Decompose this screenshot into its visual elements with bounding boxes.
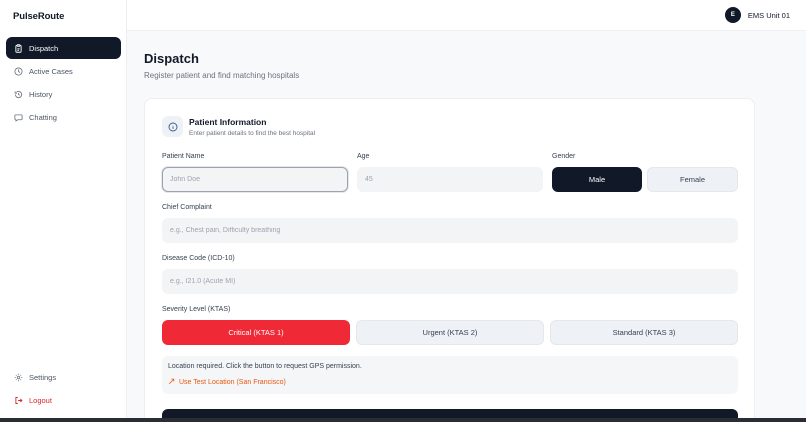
- gender-label: Gender: [552, 153, 576, 160]
- age-label: Age: [357, 153, 370, 160]
- patient-name-input[interactable]: [162, 167, 348, 192]
- user-menu[interactable]: E EMS Unit 01: [724, 7, 790, 23]
- top-bar: E EMS Unit 01: [127, 0, 806, 31]
- sidebar-item-dispatch[interactable]: Dispatch: [6, 37, 121, 59]
- gender-male-button[interactable]: Male: [552, 167, 642, 192]
- page-subtitle: Register patient and find matching hospi…: [144, 71, 300, 80]
- location-message: Location required. Click the button to r…: [168, 363, 362, 370]
- page-title: Dispatch: [144, 51, 199, 66]
- chief-complaint-label: Chief Complaint: [162, 204, 212, 211]
- sidebar-item-label: Active Cases: [29, 66, 73, 76]
- patient-name-label: Patient Name: [162, 153, 205, 160]
- avatar: E: [724, 7, 741, 23]
- section-title: Patient Information: [189, 117, 267, 127]
- location-notice: [162, 356, 738, 394]
- sidebar: PulseRoute Dispatch Active Cases History…: [0, 0, 127, 422]
- gender-female-button[interactable]: Female: [647, 167, 738, 192]
- clipboard-icon: [14, 43, 23, 53]
- sidebar-item-logout[interactable]: Logout: [6, 389, 121, 411]
- age-input[interactable]: [357, 167, 543, 192]
- sidebar-item-settings[interactable]: Settings: [6, 366, 121, 388]
- sidebar-item-label: History: [29, 89, 53, 99]
- sidebar-item-active-cases[interactable]: Active Cases: [6, 60, 121, 82]
- sidebar-item-label: Settings: [29, 372, 57, 382]
- gear-icon: [14, 373, 23, 382]
- severity-urgent-button[interactable]: Urgent (KTAS 2): [356, 320, 544, 345]
- use-test-location-link[interactable]: Use Test Location (San Francisco): [168, 378, 286, 387]
- sidebar-item-label: Dispatch: [29, 43, 59, 53]
- severity-critical-button[interactable]: Critical (KTAS 1): [162, 320, 350, 345]
- sidebar-item-label: Logout: [29, 395, 52, 405]
- use-test-location-label: Use Test Location (San Francisco): [179, 379, 286, 386]
- info-icon: [162, 116, 183, 137]
- disease-code-input[interactable]: [162, 269, 738, 294]
- disease-code-label: Disease Code (ICD-10): [162, 255, 235, 262]
- severity-label: Severity Level (KTAS): [162, 306, 231, 313]
- sidebar-item-chatting[interactable]: Chatting: [6, 106, 121, 128]
- sidebar-item-label: Chatting: [29, 112, 57, 122]
- navigation-icon: [168, 378, 175, 387]
- brand-logo[interactable]: PulseRoute: [13, 11, 64, 22]
- bottom-strip: [0, 418, 806, 422]
- chat-icon: [14, 113, 23, 122]
- chief-complaint-input[interactable]: [162, 218, 738, 243]
- section-subtitle: Enter patient details to find the best h…: [189, 130, 316, 137]
- user-name: EMS Unit 01: [747, 10, 790, 20]
- clock-icon: [14, 66, 23, 76]
- history-icon: [14, 90, 23, 99]
- logout-icon: [14, 396, 23, 405]
- sidebar-item-history[interactable]: History: [6, 83, 121, 105]
- severity-standard-button[interactable]: Standard (KTAS 3): [550, 320, 738, 345]
